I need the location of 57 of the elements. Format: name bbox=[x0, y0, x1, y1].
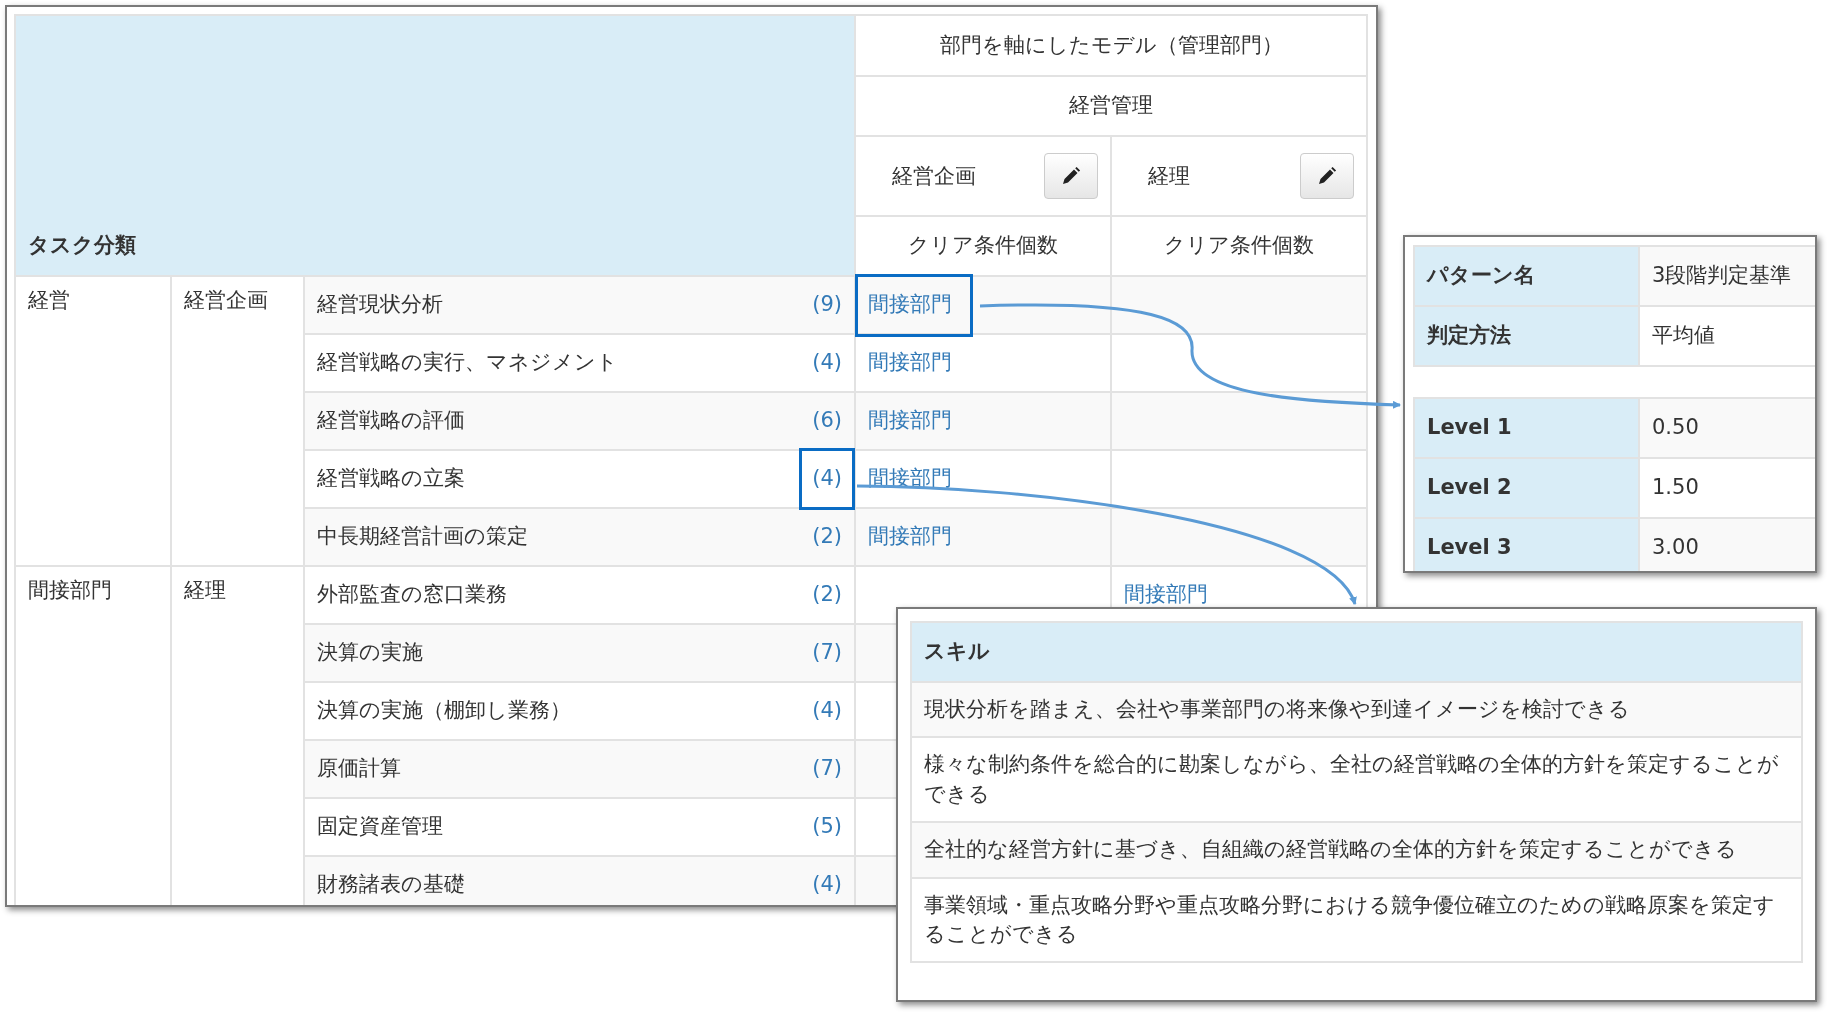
table-header: 経営管理 bbox=[1069, 93, 1154, 118]
skill-description: 現状分析を踏まえ、会社や事業部門の将来像や到達イメージを検討できる bbox=[924, 697, 1630, 721]
task-name: 決算の実施（棚卸し業務） bbox=[317, 698, 571, 723]
category-cell: 経営 bbox=[28, 288, 70, 312]
task-name: 経営戦略の立案 bbox=[317, 466, 465, 491]
field-label: 判定方法 bbox=[1427, 323, 1511, 348]
task-name: 固定資産管理 bbox=[317, 814, 443, 839]
column-header: タスク分類 bbox=[28, 232, 136, 257]
department-link[interactable]: 間接部門 bbox=[868, 521, 953, 553]
department-link[interactable]: 間接部門 bbox=[868, 347, 953, 379]
column-header: スキル bbox=[924, 639, 990, 664]
field-value: 3段階判定基準 bbox=[1652, 263, 1792, 288]
category-cell: 経営企画 bbox=[184, 288, 268, 312]
column-header: 経理 bbox=[1148, 163, 1191, 190]
field-value: 0.50 bbox=[1652, 415, 1699, 440]
skill-description: 全社的な経営方針に基づき、自組織の経営戦略の全体的方針を策定することができる bbox=[924, 837, 1737, 862]
task-name: 原価計算 bbox=[317, 756, 401, 781]
task-name: 経営戦略の評価 bbox=[317, 408, 465, 433]
pencil-icon bbox=[1317, 166, 1338, 186]
count-value: (2) bbox=[812, 581, 843, 609]
edit-button[interactable] bbox=[1300, 153, 1355, 199]
count-value: (4) bbox=[799, 448, 856, 510]
count-value: (5) bbox=[812, 813, 843, 841]
edit-button[interactable] bbox=[1044, 153, 1099, 199]
task-name: 決算の実施 bbox=[317, 640, 423, 665]
count-value: (6) bbox=[812, 407, 843, 435]
skill-description: 様々な制約条件を総合的に勘案しながら、全社の経営戦略の全体的方針を策定することができる bbox=[924, 752, 1779, 806]
pencil-icon bbox=[1061, 166, 1082, 186]
field-value: 平均値 bbox=[1652, 323, 1715, 348]
count-value: (2) bbox=[812, 523, 843, 551]
count-value: (7) bbox=[812, 755, 843, 783]
column-header: クリア条件個数 bbox=[1164, 233, 1315, 258]
skill-description: 事業領域・重点攻略分野や重点攻略分野における競争優位確立のための戦略原案を策定することができる bbox=[924, 892, 1775, 946]
field-value: 3.00 bbox=[1652, 535, 1699, 560]
column-header: クリア条件個数 bbox=[908, 233, 1059, 258]
count-value: (4) bbox=[812, 349, 843, 377]
department-link[interactable]: 間接部門 bbox=[868, 405, 953, 437]
count-value: (9) bbox=[812, 291, 843, 319]
field-value: 1.50 bbox=[1652, 475, 1699, 500]
column-header: 経営企画 bbox=[892, 163, 977, 190]
count-value: (4) bbox=[812, 871, 843, 899]
task-name: 中長期経営計画の策定 bbox=[317, 524, 528, 549]
category-cell: 経理 bbox=[184, 578, 226, 602]
department-link[interactable]: 間接部門 bbox=[855, 274, 974, 337]
field-label: Level 1 bbox=[1427, 415, 1512, 440]
field-label: パターン名 bbox=[1427, 263, 1535, 288]
count-value: (4) bbox=[812, 697, 843, 725]
field-label: Level 3 bbox=[1427, 535, 1512, 560]
field-label: Level 2 bbox=[1427, 475, 1512, 500]
count-value: (7) bbox=[812, 639, 843, 667]
task-name: 外部監査の窓口業務 bbox=[317, 582, 507, 607]
task-name: 経営戦略の実行、マネジメント bbox=[317, 350, 618, 375]
category-cell: 間接部門 bbox=[28, 578, 112, 602]
task-name: 経営現状分析 bbox=[317, 292, 443, 317]
table-header: 部門を軸にしたモデル（管理部門） bbox=[939, 32, 1283, 57]
task-name: 財務諸表の基礎 bbox=[317, 872, 465, 897]
department-link[interactable]: 間接部門 bbox=[1124, 579, 1209, 611]
